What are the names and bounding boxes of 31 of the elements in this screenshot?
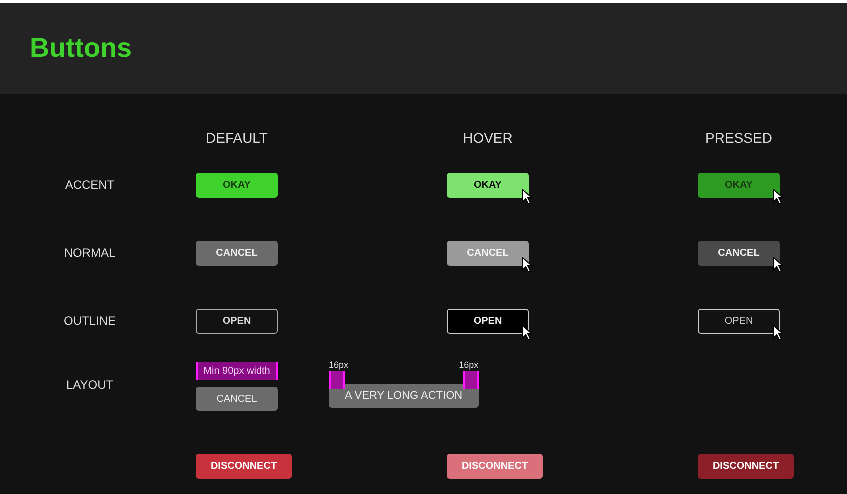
cursor-icon [522,189,533,205]
button[interactable]: DISCONNECT [698,454,794,479]
cursor-icon [773,325,784,341]
page-title: Buttons [30,32,132,66]
button[interactable]: OPEN [447,309,529,334]
button[interactable]: CANCEL [196,241,278,266]
column-header: HOVER [463,129,513,148]
button[interactable]: CANCEL [698,241,780,266]
button[interactable]: OPEN [196,309,278,334]
button[interactable]: CANCEL [196,387,278,411]
cursor-icon [522,257,533,273]
cursor-icon [773,257,784,273]
button[interactable]: DISCONNECT [196,454,292,479]
row-label: ACCENT [65,177,115,194]
row-label: OUTLINE [64,313,116,330]
cursor-icon [522,325,533,341]
padding-marker [462,371,479,389]
padding-label: 16px [459,359,479,371]
column-header: DEFAULT [206,129,268,148]
min-width-annotation: Min 90px width [196,362,278,380]
row-label: NORMAL [64,245,116,262]
button[interactable]: OKAY [447,173,529,198]
button[interactable]: DISCONNECT [447,454,543,479]
padding-marker [329,371,345,389]
button[interactable]: A VERY LONG ACTION [329,384,479,408]
row-label: LAYOUT [66,377,114,394]
cursor-icon [773,189,784,205]
button[interactable]: OKAY [196,173,278,198]
column-header: PRESSED [706,129,772,148]
padding-label: 16px [329,359,349,371]
button[interactable]: OKAY [698,173,780,198]
